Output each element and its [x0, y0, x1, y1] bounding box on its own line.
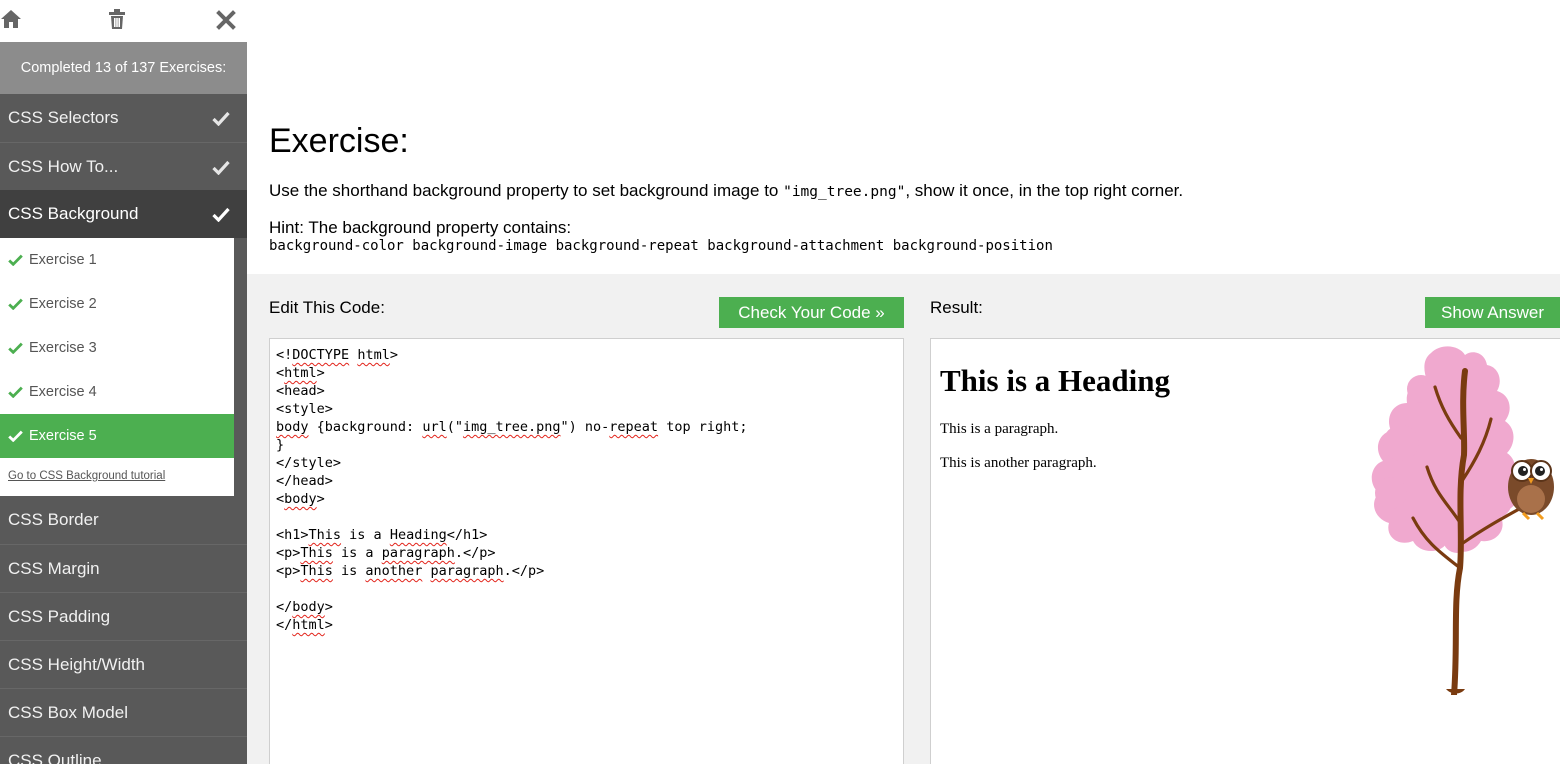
result-paragraph: This is a paragraph. — [940, 421, 1059, 437]
check-icon — [8, 370, 23, 414]
code-line: </head> — [276, 473, 333, 489]
exercise-item-label: Exercise 1 — [29, 252, 97, 268]
sidebar-item-css-selectors[interactable]: CSS Selectors — [0, 94, 247, 142]
sidebar-toolbar — [0, 0, 247, 42]
hint-label: Hint: The background property contains: — [269, 218, 572, 237]
exercise-instruction: Use the shorthand background property to… — [269, 181, 1183, 201]
sidebar-item-css-border[interactable]: CSS Border — [0, 496, 247, 544]
exercise-item-label: Exercise 2 — [29, 296, 97, 312]
exercise-item-2[interactable]: Exercise 2 — [0, 282, 234, 326]
check-icon — [211, 143, 231, 191]
code-line: <h1>This is a Heading</h1> — [276, 527, 488, 543]
exercise-title: Exercise: — [269, 122, 409, 160]
close-icon[interactable] — [215, 7, 237, 31]
code-line: </html> — [276, 617, 333, 633]
exercise-item-3[interactable]: Exercise 3 — [0, 326, 234, 370]
exercise-item-label: Exercise 3 — [29, 340, 97, 356]
check-icon — [8, 282, 23, 326]
check-code-button[interactable]: Check Your Code » — [719, 297, 904, 328]
sidebar-item-css-outline[interactable]: CSS Outline — [0, 736, 247, 764]
exercise-item-4[interactable]: Exercise 4 — [0, 370, 234, 414]
instruction-text: Use the shorthand background property to… — [269, 181, 784, 200]
sidebar-item-css-height-width[interactable]: CSS Height/Width — [0, 640, 247, 688]
sidebar-item-css-background[interactable]: CSS Background — [0, 190, 247, 238]
result-paragraph: This is another paragraph. — [940, 455, 1097, 471]
sidebar-item-label: CSS Selectors — [8, 108, 119, 127]
sidebar-item-label: CSS Outline — [8, 751, 102, 764]
exercise-item-label: Exercise 4 — [29, 384, 97, 400]
instruction-code: "img_tree.png" — [783, 184, 906, 200]
check-icon — [8, 414, 23, 458]
sidebar-item-css-padding[interactable]: CSS Padding — [0, 592, 247, 640]
code-line: <head> — [276, 383, 325, 399]
instruction-text-end: , show it once, in the top right corner. — [905, 181, 1184, 200]
sidebar-item-label: CSS Border — [8, 510, 99, 529]
code-line: <style> — [276, 401, 333, 417]
check-icon — [8, 238, 23, 282]
sidebar-item-label: CSS How To... — [8, 157, 119, 176]
code-line: <p>This is a paragraph.</p> — [276, 545, 496, 561]
work-area: Edit This Code: Check Your Code » <!DOCT… — [247, 274, 1560, 764]
sidebar-item-label: CSS Padding — [8, 607, 111, 626]
sidebar-item-label: CSS Background — [8, 204, 139, 223]
sidebar-item-label: CSS Height/Width — [8, 655, 145, 674]
trash-icon[interactable] — [106, 7, 128, 31]
tree-image — [1371, 346, 1554, 695]
home-icon[interactable] — [0, 7, 22, 31]
tutorial-link[interactable]: Go to CSS Background tutorial — [8, 470, 165, 482]
edit-code-label: Edit This Code: — [269, 298, 385, 317]
result-heading: This is a Heading — [940, 363, 1170, 398]
sidebar: Completed 13 of 137 Exercises: CSS Selec… — [0, 0, 247, 764]
show-answer-button[interactable]: Show Answer — [1425, 297, 1560, 328]
sidebar-item-css-how-to[interactable]: CSS How To... — [0, 142, 247, 190]
code-line: </style> — [276, 455, 342, 471]
code-line: } — [276, 437, 285, 453]
exercise-item-label: Exercise 5 — [29, 428, 97, 444]
result-label: Result: — [930, 298, 983, 317]
hint-code: background-color background-image backgr… — [269, 238, 1053, 254]
code-line: <!DOCTYPE html> — [276, 347, 398, 363]
progress-summary: Completed 13 of 137 Exercises: — [0, 42, 247, 94]
code-line: <html> — [276, 365, 325, 381]
exercise-item-1[interactable]: Exercise 1 — [0, 238, 234, 282]
check-icon — [8, 326, 23, 370]
code-line: <body> — [276, 491, 325, 507]
result-frame: This is a Heading This is a paragraph. T… — [930, 338, 1560, 764]
code-line: </body> — [276, 599, 333, 615]
code-line: <p>This is another paragraph.</p> — [276, 563, 545, 579]
code-editor[interactable]: <!DOCTYPE html> <html> <head> <style> body {… — [269, 338, 904, 764]
sidebar-item-label: CSS Margin — [8, 559, 100, 578]
check-icon — [211, 94, 231, 142]
sidebar-item-label: CSS Box Model — [8, 703, 128, 722]
exercise-list: Exercise 1 Exercise 2 Exercise 3 Exercis… — [0, 238, 234, 496]
sidebar-item-css-margin[interactable]: CSS Margin — [0, 544, 247, 592]
code-line: body {background: url("img_tree.png") no… — [276, 419, 748, 435]
exercise-item-5[interactable]: Exercise 5 — [0, 414, 234, 458]
check-icon — [211, 190, 231, 238]
sidebar-item-css-box-model[interactable]: CSS Box Model — [0, 688, 247, 736]
